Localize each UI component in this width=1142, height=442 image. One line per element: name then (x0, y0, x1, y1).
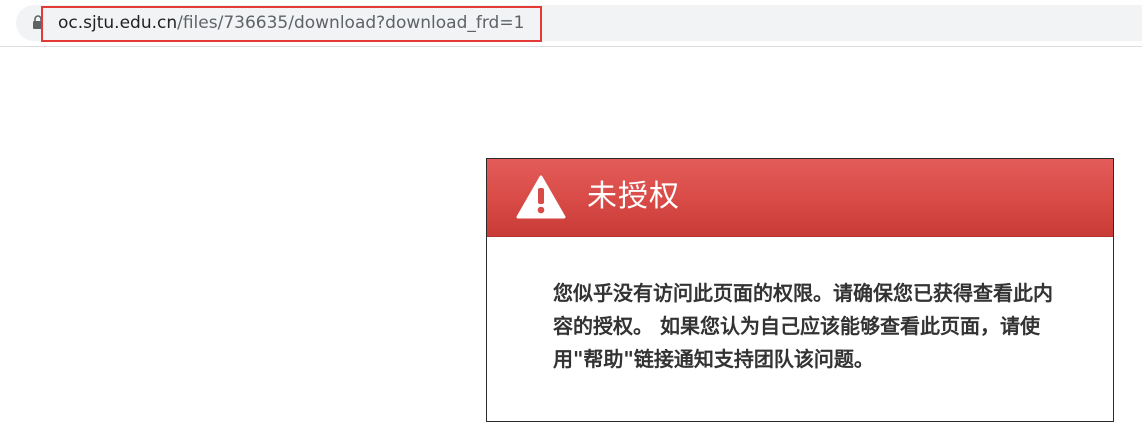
error-title: 未授权 (587, 179, 680, 214)
lock-icon[interactable] (32, 15, 44, 29)
error-header: 未授权 (487, 159, 1113, 237)
url-path: /files/736635/download?download_frd=1 (177, 13, 525, 33)
browser-toolbar: oc.sjtu.edu.cn/files/736635/download?dow… (0, 0, 1142, 47)
url-text[interactable]: oc.sjtu.edu.cn/files/736635/download?dow… (58, 11, 524, 35)
error-message: 您似乎没有访问此页面的权限。请确保您已获得查看此内容的授权。 如果您认为自己应该… (553, 281, 1053, 371)
url-host: oc.sjtu.edu.cn (58, 13, 178, 33)
unauthorized-error-panel: 未授权 您似乎没有访问此页面的权限。请确保您已获得查看此内容的授权。 如果您认为… (486, 158, 1114, 422)
warning-icon (516, 175, 566, 219)
